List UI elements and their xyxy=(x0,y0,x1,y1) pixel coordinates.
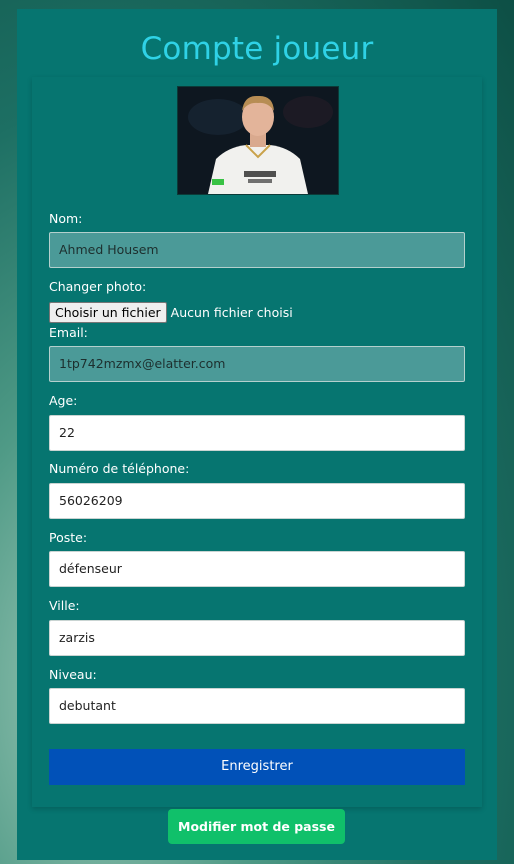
player-photo-image xyxy=(178,87,338,194)
niveau-field[interactable]: debutant xyxy=(49,688,465,724)
photo-label: Changer photo: xyxy=(49,279,147,294)
phone-label: Numéro de téléphone: xyxy=(49,461,190,476)
email-label: Email: xyxy=(49,325,88,340)
change-password-button[interactable]: Modifier mot de passe xyxy=(168,809,345,844)
poste-field[interactable]: défenseur xyxy=(49,551,465,587)
email-field[interactable]: 1tp742mzmx@elatter.com xyxy=(49,346,465,382)
choose-file-button[interactable]: Choisir un fichier xyxy=(49,301,167,323)
phone-field[interactable]: 56026209 xyxy=(49,483,465,519)
player-photo xyxy=(177,86,339,195)
niveau-label: Niveau: xyxy=(49,667,97,682)
page-title: Compte joueur xyxy=(140,31,374,67)
save-button[interactable]: Enregistrer xyxy=(49,749,465,785)
file-status-text: Aucun fichier choisi xyxy=(170,304,293,320)
account-panel: Compte joueur Nom: Ahmed Housem Changer … xyxy=(17,9,497,860)
nom-label: Nom: xyxy=(49,211,83,226)
age-field[interactable]: 22 xyxy=(49,415,465,451)
age-label: Age: xyxy=(49,393,78,408)
ville-label: Ville: xyxy=(49,598,80,613)
photo-file-input: Choisir un fichier Aucun fichier choisi xyxy=(49,301,293,323)
ville-field[interactable]: zarzis xyxy=(49,620,465,656)
nom-field[interactable]: Ahmed Housem xyxy=(49,232,465,268)
poste-label: Poste: xyxy=(49,530,88,545)
